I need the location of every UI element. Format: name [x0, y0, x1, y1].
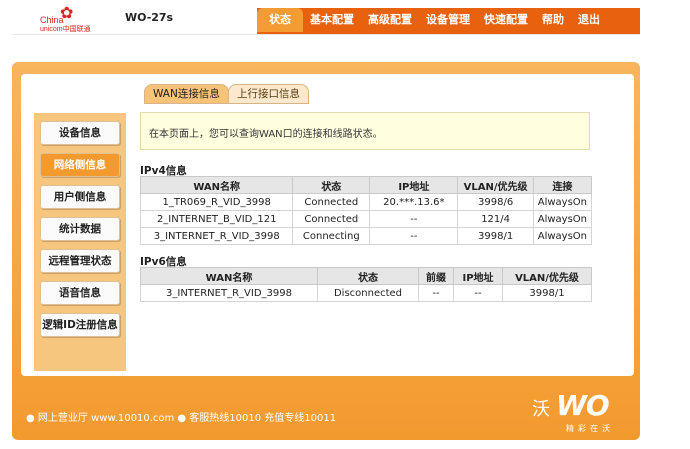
table-row: 2_INTERNET_B_VID_121 Connected -- 121/4 … [139, 210, 593, 228]
cell-ip-address: -- [453, 284, 503, 302]
cell-wan-name: 2_INTERNET_B_VID_121 [139, 210, 294, 228]
col-connection: 连接 [532, 176, 593, 194]
nav-basic-config[interactable]: 基本配置 [303, 8, 361, 32]
table-row: 1_TR069_R_VID_3998 Connected 20.***.13.6… [139, 193, 593, 211]
nav-help[interactable]: 帮助 [535, 8, 571, 32]
cell-connection: AlwaysOn [532, 227, 593, 245]
device-model: WO-27s [125, 11, 174, 24]
nav-quick-config[interactable]: 快速配置 [477, 8, 535, 32]
sidebar-item-network-info[interactable]: 网络侧信息 [40, 153, 120, 177]
col-wan-name: WAN名称 [140, 267, 318, 285]
table-row: 3_INTERNET_R_VID_3998 Connecting -- 3998… [139, 227, 593, 245]
info-notice: 在本页面上，您可以查询WAN口的连接和线路状态。 [140, 112, 590, 150]
cell-ip-address: -- [369, 210, 459, 228]
nav-device-management[interactable]: 设备管理 [419, 8, 477, 32]
table-row: 3_INTERNET_R_VID_3998 Disconnected -- --… [140, 284, 592, 302]
cell-ip-address: 20.***.13.6* [369, 193, 459, 211]
cell-vlan-priority: 3998/1 [457, 227, 534, 245]
main-nav: 状态 基本配置 高级配置 设备管理 快速配置 帮助 退出 [257, 8, 607, 32]
unicom-logo: ✿ China unicom中国联通 [40, 4, 120, 34]
sidebar-item-device-info[interactable]: 设备信息 [40, 121, 120, 145]
cell-vlan-priority: 3998/6 [457, 193, 534, 211]
cell-wan-name: 3_INTERNET_R_VID_3998 [140, 284, 318, 302]
tab-wan-connection-info[interactable]: WAN连接信息 [144, 84, 229, 104]
wo-brand-logo: 沃 WO 精彩在沃 [528, 387, 628, 437]
tab-uplink-interface-info[interactable]: 上行接口信息 [228, 84, 309, 104]
cell-connection: AlwaysOn [532, 193, 593, 211]
col-ip-address: IP地址 [453, 267, 503, 285]
col-ip-address: IP地址 [369, 176, 459, 194]
brand-slogan: 精彩在沃 [566, 424, 614, 433]
cell-ip-address: -- [369, 227, 459, 245]
cell-status: Connected [292, 193, 371, 211]
col-wan-name: WAN名称 [139, 176, 294, 194]
sidebar: 设备信息 网络侧信息 用户侧信息 统计数据 远程管理状态 语音信息 逻辑ID注册… [34, 113, 126, 371]
col-status: 状态 [317, 267, 419, 285]
cell-status: Disconnected [317, 284, 419, 302]
nav-logout[interactable]: 退出 [571, 8, 607, 32]
sidebar-item-remote-management[interactable]: 远程管理状态 [40, 249, 120, 273]
wo-logo-text: WO [556, 389, 610, 422]
table-header-row: WAN名称 状态 IP地址 VLAN/优先级 连接 [139, 176, 593, 194]
sidebar-item-statistics[interactable]: 统计数据 [40, 217, 120, 241]
col-status: 状态 [292, 176, 371, 194]
nav-advanced-config[interactable]: 高级配置 [361, 8, 419, 32]
wo-leaf-icon: 沃 [532, 399, 550, 420]
cell-status: Connected [292, 210, 371, 228]
sidebar-item-logical-id[interactable]: 逻辑ID注册信息 [40, 313, 120, 337]
cell-vlan-priority: 3998/1 [502, 284, 592, 302]
footer-contact-info: ● 网上营业厅 www.10010.com ● 客服热线10010 充值专线10… [26, 413, 337, 424]
col-vlan-priority: VLAN/优先级 [502, 267, 592, 285]
cell-vlan-priority: 121/4 [457, 210, 534, 228]
logo-text-sub: unicom中国联通 [40, 26, 91, 33]
col-vlan-priority: VLAN/优先级 [457, 176, 534, 194]
cell-connection: AlwaysOn [532, 210, 593, 228]
sidebar-item-user-info[interactable]: 用户侧信息 [40, 185, 120, 209]
ipv6-table: WAN名称 状态 前缀 IP地址 VLAN/优先级 3_INTERNET_R_V… [140, 267, 592, 302]
cell-wan-name: 3_INTERNET_R_VID_3998 [139, 227, 294, 245]
cell-status: Connecting [292, 227, 371, 245]
sidebar-item-voice-info[interactable]: 语音信息 [40, 281, 120, 305]
table-header-row: WAN名称 状态 前缀 IP地址 VLAN/优先级 [140, 267, 592, 285]
ipv4-table: WAN名称 状态 IP地址 VLAN/优先级 连接 1_TR069_R_VID_… [139, 176, 593, 245]
col-prefix: 前缀 [418, 267, 454, 285]
cell-prefix: -- [418, 284, 454, 302]
nav-status[interactable]: 状态 [257, 8, 303, 32]
cell-wan-name: 1_TR069_R_VID_3998 [139, 193, 294, 211]
